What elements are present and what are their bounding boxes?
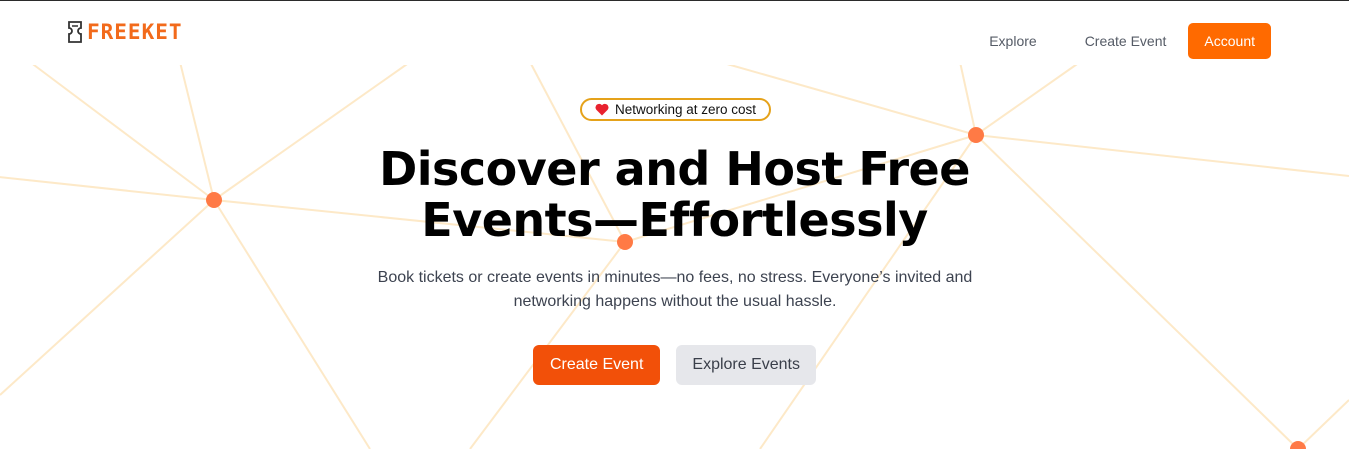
networking-badge: Networking at zero cost <box>580 98 771 121</box>
hero-title-line-2: Events—Effortlessly <box>421 193 928 247</box>
hero-subtitle: Book tickets or create events in minutes… <box>370 266 980 314</box>
create-event-button[interactable]: Create Event <box>533 345 661 385</box>
badge-text: Networking at zero cost <box>614 102 757 117</box>
hero-title-line-1: Discover and Host Free <box>379 142 970 196</box>
hero-subtitle-line-1: Book tickets or create events in minutes… <box>377 269 973 286</box>
hero-cta-group: Create Event Explore Events <box>0 345 1349 385</box>
hero-section: Networking at zero cost Discover and Hos… <box>0 0 1349 449</box>
hero-subtitle-line-2: networking happens without the usual has… <box>513 293 837 310</box>
heart-icon <box>595 103 609 116</box>
hero-title: Discover and Host Free Events—Effortless… <box>0 144 1349 246</box>
explore-events-button[interactable]: Explore Events <box>676 345 816 385</box>
